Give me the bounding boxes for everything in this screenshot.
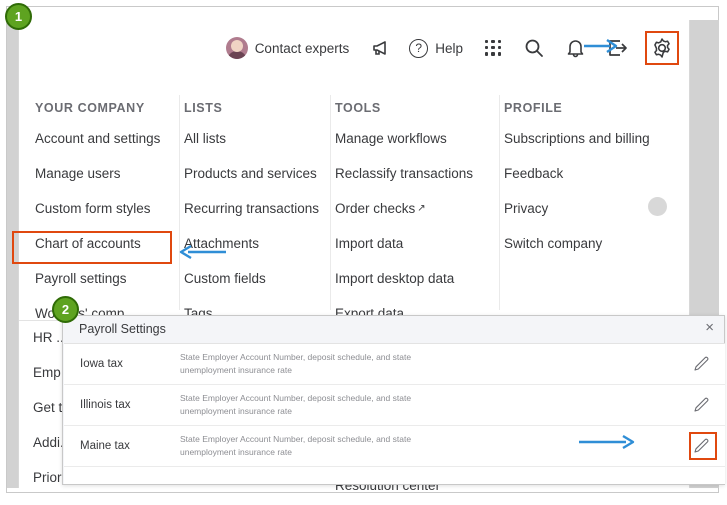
menu-column-tools: TOOLS Manage workflows Reclassify transa…: [335, 101, 505, 341]
megaphone-icon[interactable]: [371, 39, 391, 57]
app-grid-icon[interactable]: [485, 39, 502, 57]
contact-experts-label: Contact experts: [254, 40, 350, 56]
step-badge-1: 1: [5, 3, 32, 30]
arrow-to-maine-edit: [579, 434, 635, 450]
question-mark-icon: ?: [409, 38, 429, 58]
menu-item-manage-users[interactable]: Manage users: [35, 166, 185, 181]
arrow-to-gear: [584, 39, 618, 53]
menu-column-header: PROFILE: [504, 101, 563, 115]
menu-item-privacy[interactable]: Privacy: [504, 201, 669, 216]
menu-item-products-and-services[interactable]: Products and services: [184, 166, 339, 181]
dialog-title-bar: Payroll Settings ×: [63, 316, 724, 342]
menu-item-custom-fields[interactable]: Custom fields: [184, 271, 339, 286]
screenshot-root: Contact experts ? Help YOUR COMPANY Acco…: [0, 0, 727, 500]
tax-description: State Employer Account Number, deposit s…: [180, 352, 412, 375]
menu-item-import-data[interactable]: Import data: [335, 236, 505, 251]
menu-item-manage-workflows[interactable]: Manage workflows: [335, 131, 505, 146]
table-row[interactable]: Illinois tax State Employer Account Numb…: [64, 385, 725, 426]
external-link-icon: ↗: [417, 203, 426, 214]
table-row[interactable]: Iowa tax State Employer Account Number, …: [64, 344, 725, 385]
tax-name: Iowa tax: [80, 358, 123, 370]
settings-mega-menu: YOUR COMPANY Account and settings Manage…: [19, 75, 674, 321]
tax-description: State Employer Account Number, deposit s…: [180, 434, 412, 457]
menu-column-header: YOUR COMPANY: [35, 101, 145, 115]
step-badge-2: 2: [52, 296, 79, 323]
menu-item-import-desktop-data[interactable]: Import desktop data: [335, 271, 505, 286]
menu-column-lists: LISTS All lists Products and services Re…: [184, 101, 339, 341]
payroll-settings-dialog: Payroll Settings × Iowa tax State Employ…: [62, 315, 725, 485]
scroll-handle[interactable]: [648, 197, 667, 216]
search-icon[interactable]: [524, 38, 544, 58]
menu-item-order-checks[interactable]: Order checks ↗: [335, 201, 505, 216]
pencil-icon[interactable]: [693, 355, 711, 373]
dialog-body: Iowa tax State Employer Account Number, …: [64, 343, 725, 484]
menu-item-switch-company[interactable]: Switch company: [504, 236, 669, 251]
menu-item-chart-of-accounts[interactable]: Chart of accounts: [35, 236, 185, 251]
menu-item-reclassify-transactions[interactable]: Reclassify transactions: [335, 166, 505, 181]
contact-experts-button[interactable]: Contact experts: [225, 37, 350, 59]
menu-column-header: TOOLS: [335, 101, 381, 115]
gear-icon: [654, 38, 670, 58]
menu-item-order-checks-label: Order checks: [335, 201, 416, 216]
pencil-icon[interactable]: [693, 437, 711, 455]
close-icon[interactable]: ×: [705, 320, 714, 336]
gear-button[interactable]: [645, 31, 679, 65]
menu-item-account-and-settings[interactable]: Account and settings: [35, 131, 185, 146]
menu-item-all-lists[interactable]: All lists: [184, 131, 339, 146]
menu-item-subscriptions-and-billing[interactable]: Subscriptions and billing: [504, 131, 669, 146]
avatar: [225, 37, 248, 59]
menu-item-custom-form-styles[interactable]: Custom form styles: [35, 201, 185, 216]
help-label: Help: [435, 40, 463, 56]
menu-item-recurring-transactions[interactable]: Recurring transactions: [184, 201, 339, 216]
pencil-icon[interactable]: [693, 396, 711, 414]
grid-dots: [485, 39, 502, 57]
tax-description: State Employer Account Number, deposit s…: [180, 393, 412, 416]
menu-item-feedback[interactable]: Feedback: [504, 166, 669, 181]
help-button[interactable]: ? Help: [409, 38, 463, 58]
tax-name: Illinois tax: [80, 399, 131, 411]
dialog-title: Payroll Settings: [79, 322, 166, 336]
arrow-to-payroll-settings: [179, 244, 226, 260]
tax-name: Maine tax: [80, 440, 130, 452]
menu-column-header: LISTS: [184, 101, 223, 115]
menu-item-payroll-settings[interactable]: Payroll settings: [35, 271, 185, 286]
menu-column-profile: PROFILE Subscriptions and billing Feedba…: [504, 101, 669, 271]
